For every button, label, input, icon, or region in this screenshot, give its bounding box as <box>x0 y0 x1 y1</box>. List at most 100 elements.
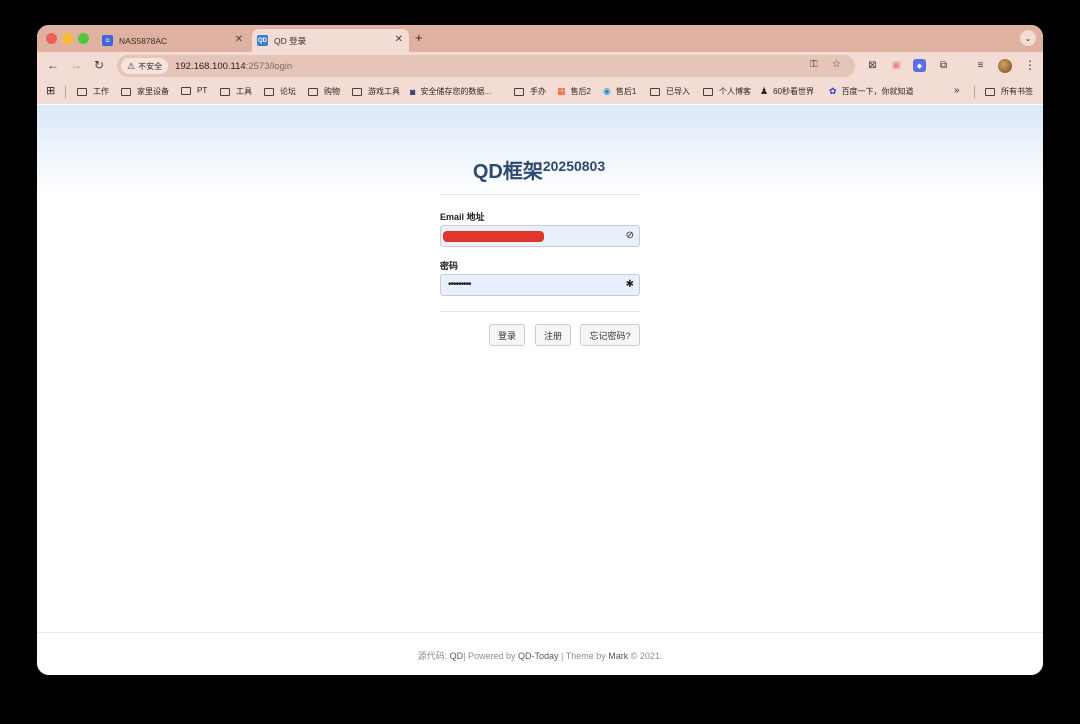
baidu-icon: ✿ <box>829 86 837 96</box>
divider <box>65 86 66 98</box>
footer-text: 源代码: QD| Powered by QD-Today | Theme by … <box>37 649 1043 662</box>
microsoft-icon: ▦ <box>557 86 566 96</box>
close-tab-icon[interactable]: ✕ <box>235 34 243 45</box>
security-indicator[interactable]: ⚠ 不安全 <box>121 58 169 74</box>
bookmark-label: 工具 <box>236 87 252 96</box>
forward-arrow-icon[interactable]: → <box>70 58 82 72</box>
warning-icon: ⚠ <box>127 60 136 71</box>
bookmark-label: 游戏工具 <box>368 87 400 96</box>
forgot-password-button[interactable]: 忘记密码? <box>580 324 640 346</box>
key-icon[interactable]: ⚿ <box>810 59 818 70</box>
page-content: QD框架20250803 Email 地址 ⊘ 密码 ••••••••• ✱ 登… <box>37 105 1043 675</box>
vault-icon: ◙ <box>410 86 416 97</box>
browser-window: ◘ NAS5878AC ✕ QD QD 登录 ✕ + ⌄ ← → ↻ ⚠ 不安全… <box>37 25 1043 675</box>
reading-list-icon[interactable]: ≡ <box>974 59 987 72</box>
bookmark-label: 论坛 <box>280 87 296 96</box>
bookmark-aftersales-2[interactable]: ▦ 售后2 <box>557 86 591 97</box>
bookmark-imported[interactable]: 已导入 <box>650 86 690 97</box>
footer-source-label: 源代码: <box>417 651 450 661</box>
browser-toolbar: ← → ↻ ⚠ 不安全 192.168.100.114:2573/login ⚿… <box>37 52 1043 80</box>
more-menu-icon[interactable]: ⋮ <box>1024 58 1036 72</box>
tab-search-icon[interactable]: ⌄ <box>1020 30 1036 46</box>
url-path: :2573/login <box>245 60 293 72</box>
bookmark-label: 安全储存您的数据... <box>420 87 492 96</box>
bookmark-label: 百度一下，你就知道 <box>841 87 914 96</box>
penguin-icon: ♟ <box>760 86 769 96</box>
bookmark-home-devices[interactable]: 家里设备 <box>121 86 169 97</box>
password-label: 密码 <box>440 261 459 271</box>
tab-qd-login[interactable]: QD QD 登录 ✕ <box>252 29 409 52</box>
bookmark-secure-storage[interactable]: ◙ 安全储存您的数据... <box>410 86 491 97</box>
reload-icon[interactable]: ↻ <box>94 58 104 72</box>
autofill-check-icon[interactable]: ⊘ <box>626 230 634 241</box>
bookmark-figures[interactable]: 手办 <box>514 86 546 97</box>
bookmark-label: 家里设备 <box>137 87 169 96</box>
maximize-window-button[interactable] <box>78 33 89 44</box>
minimize-window-button[interactable] <box>62 33 73 44</box>
bookmark-game-tools[interactable]: 游戏工具 <box>352 86 400 97</box>
source-link[interactable]: QD <box>450 651 464 661</box>
screenshot-extension-icon[interactable]: ⊠ <box>866 59 879 72</box>
address-bar[interactable]: ⚠ 不安全 192.168.100.114:2573/login ⚿ ☆ <box>117 55 855 77</box>
folder-icon <box>121 87 131 96</box>
bookmark-forum[interactable]: 论坛 <box>264 86 296 97</box>
back-arrow-icon[interactable]: ← <box>47 58 59 72</box>
tab-title: NAS5878AC <box>119 35 168 46</box>
bookmark-label: 60秒看世界 <box>773 87 814 96</box>
page-footer: 源代码: QD| Powered by QD-Today | Theme by … <box>37 632 1043 675</box>
divider <box>974 86 975 98</box>
url-host: 192.168.100.114 <box>175 60 246 72</box>
profile-avatar[interactable] <box>998 59 1012 73</box>
tab-title: QD 登录 <box>274 35 307 46</box>
footer-copyright: © 2021. <box>628 651 663 661</box>
bookmark-shopping[interactable]: 购物 <box>308 86 340 97</box>
qd-icon: QD <box>257 35 268 46</box>
folder-icon <box>181 86 191 95</box>
password-key-icon[interactable]: ✱ <box>626 279 634 290</box>
login-button[interactable]: 登录 <box>489 324 525 346</box>
folder-icon <box>703 87 713 96</box>
folder-icon <box>514 87 524 96</box>
bookmark-star-icon[interactable]: ☆ <box>832 59 841 70</box>
bookmark-baidu[interactable]: ✿ 百度一下，你就知道 <box>829 86 914 97</box>
bookmark-work[interactable]: 工作 <box>77 86 109 97</box>
apps-grid-icon[interactable]: ⊞ <box>46 84 55 97</box>
close-window-button[interactable] <box>46 33 57 44</box>
bookmark-aftersales-1[interactable]: ◉ 售后1 <box>603 86 636 97</box>
version-tag: 20250803 <box>542 158 606 174</box>
email-field[interactable]: ⊘ <box>440 225 640 247</box>
password-field[interactable]: ••••••••• ✱ <box>440 274 640 296</box>
more-bookmarks-button[interactable]: » <box>954 85 960 96</box>
folder-icon <box>985 87 995 96</box>
close-tab-icon[interactable]: ✕ <box>395 34 403 45</box>
bookmark-label: 售后1 <box>615 87 637 96</box>
bookmark-tools[interactable]: 工具 <box>220 86 252 97</box>
register-button[interactable]: 注册 <box>535 324 571 346</box>
tab-nas[interactable]: ◘ NAS5878AC ✕ <box>97 29 249 52</box>
security-label: 不安全 <box>138 61 163 71</box>
bookmark-60s-world[interactable]: ♟ 60秒看世界 <box>760 86 814 97</box>
bookmark-label: 工作 <box>93 87 109 96</box>
qd-today-link[interactable]: QD-Today <box>518 651 559 661</box>
folder-icon <box>77 87 87 96</box>
bookmark-label: 所有书签 <box>1001 87 1033 96</box>
footer-powered-by: | Powered by <box>463 651 518 661</box>
bookmark-label: 已导入 <box>666 87 690 96</box>
mark-link[interactable]: Mark <box>608 651 628 661</box>
bookmark-personal-blog[interactable]: 个人博客 <box>703 86 751 97</box>
tab-bar: ◘ NAS5878AC ✕ QD QD 登录 ✕ + ⌄ <box>37 25 1043 52</box>
email-label: Email 地址 <box>440 212 485 222</box>
folder-icon <box>220 87 230 96</box>
page-title: QD框架20250803 <box>439 155 639 184</box>
edge-icon: ◉ <box>603 86 611 96</box>
new-tab-button[interactable]: + <box>415 30 423 45</box>
bookmark-label: PT <box>197 86 208 95</box>
puzzle-extensions-icon[interactable]: ⧉ <box>937 59 950 72</box>
bookmark-all[interactable]: 所有书签 <box>985 86 1033 97</box>
divider <box>440 311 640 312</box>
url-text[interactable]: 192.168.100.114:2573/login <box>175 61 292 72</box>
blue-extension-icon[interactable]: ◆ <box>913 59 926 72</box>
nas-icon: ◘ <box>102 35 113 46</box>
bookmark-pt[interactable]: PT <box>181 86 207 95</box>
pink-extension-icon[interactable]: ▣ <box>890 59 903 72</box>
